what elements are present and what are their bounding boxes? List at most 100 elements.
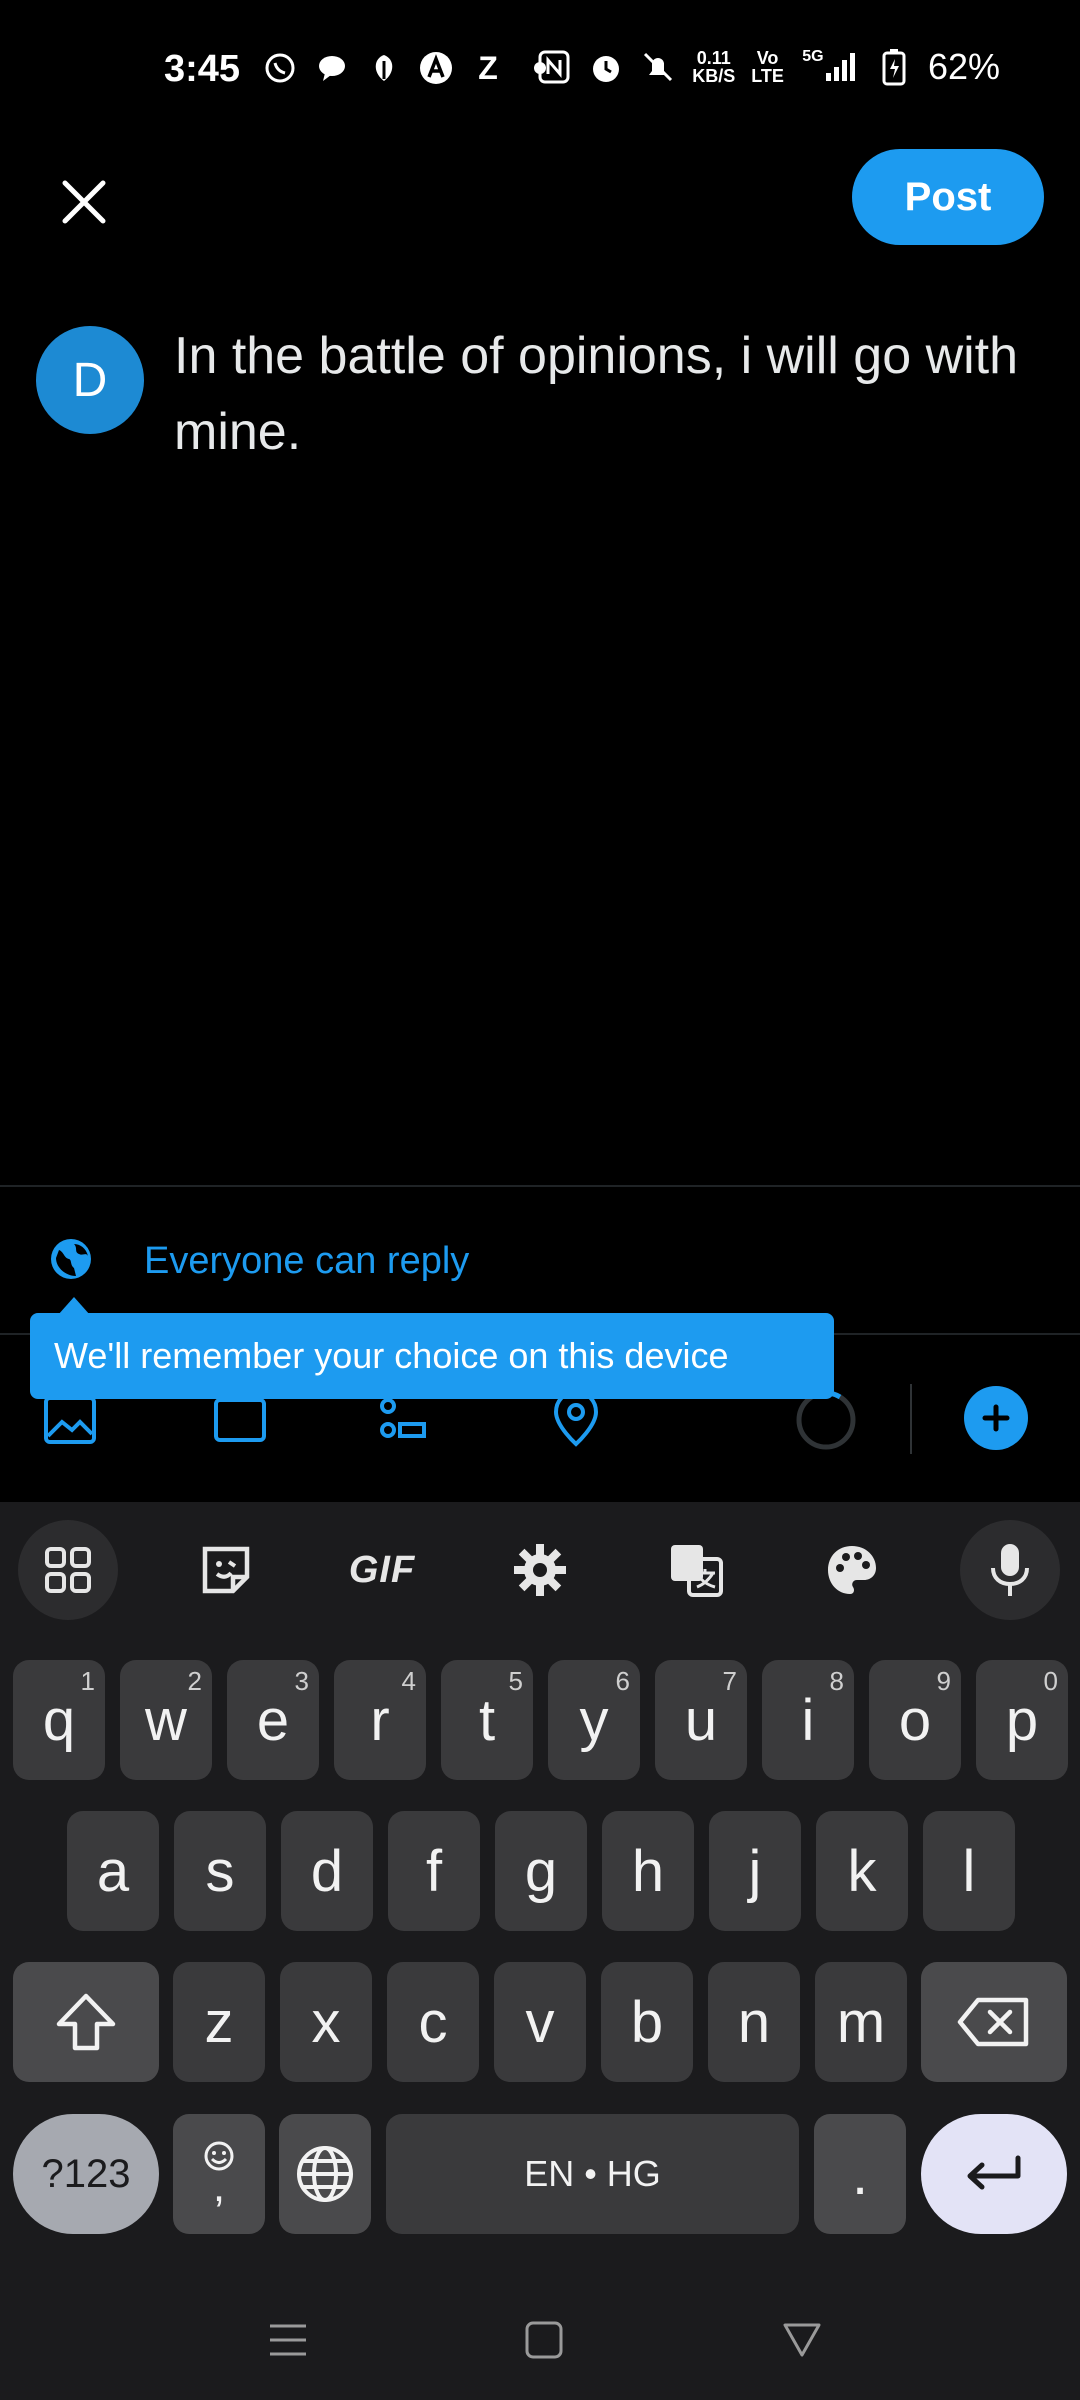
kb-translate-button[interactable] [646, 1520, 746, 1620]
status-bar: 3:45 Z 0.11 KB/S Vo LTE 5G 62% [0, 0, 1080, 150]
key-letter: u [684, 1687, 718, 1753]
key-p[interactable]: p0 [976, 1660, 1068, 1780]
key-v[interactable]: v [494, 1962, 586, 2082]
gif-icon [214, 1398, 266, 1442]
key-h[interactable]: h [602, 1811, 694, 1931]
symbols-key[interactable]: ?123 [13, 2114, 159, 2234]
volte-indicator: Vo LTE [751, 49, 784, 85]
avatar[interactable]: D [36, 326, 144, 434]
media-button[interactable] [42, 1392, 98, 1448]
sticker-icon [202, 1546, 250, 1594]
shift-icon [56, 1993, 116, 2051]
key-c[interactable]: c [387, 1962, 479, 2082]
key-hint: 0 [1043, 1666, 1058, 1696]
key-hint: 7 [722, 1666, 737, 1696]
key-letter: i [801, 1687, 815, 1753]
key-hint: 9 [936, 1666, 951, 1696]
key-t[interactable]: t5 [441, 1660, 533, 1780]
poll-button[interactable] [374, 1392, 430, 1448]
key-w[interactable]: w2 [120, 1660, 212, 1780]
enter-key[interactable] [921, 2114, 1067, 2234]
back-button[interactable] [772, 2310, 832, 2370]
key-letter: p [1005, 1687, 1039, 1753]
key-r[interactable]: r4 [334, 1660, 426, 1780]
emoji-comma-key[interactable]: , [173, 2114, 265, 2234]
key-hint: 3 [294, 1666, 309, 1696]
kb-settings-button[interactable] [490, 1520, 590, 1620]
space-key[interactable]: EN • HG [386, 2114, 799, 2234]
triangle-back-icon [783, 2323, 821, 2357]
key-j[interactable]: j [709, 1811, 801, 1931]
palette-icon [828, 1546, 876, 1594]
compose-text-input[interactable]: In the battle of opinions, i will go wit… [174, 318, 1034, 470]
net-speed-value: 0.11 [696, 48, 731, 68]
language-key[interactable] [279, 2114, 371, 2234]
kb-theme-button[interactable] [802, 1520, 902, 1620]
status-left-icons: Z [262, 50, 558, 86]
globe-icon [297, 2146, 353, 2202]
comma-label: , [212, 2162, 226, 2211]
plus-icon [982, 1404, 1010, 1432]
kb-voice-button[interactable] [960, 1520, 1060, 1620]
battery-percent: 62% [927, 46, 1000, 87]
key-y[interactable]: y6 [548, 1660, 640, 1780]
key-e[interactable]: e3 [227, 1660, 319, 1780]
gear-icon [514, 1544, 566, 1596]
key-b[interactable]: b [601, 1962, 693, 2082]
square-icon [525, 2321, 563, 2359]
volte-top: Vo [756, 48, 779, 68]
nfc-icon [536, 49, 572, 85]
key-l[interactable]: l [923, 1811, 1015, 1931]
grid-icon [45, 1547, 91, 1593]
kb-gif-button[interactable]: GIF [332, 1520, 432, 1620]
globe-icon [51, 1239, 91, 1279]
recents-button[interactable] [258, 2310, 318, 2370]
key-hint: 5 [508, 1666, 523, 1696]
key-letter: t [478, 1687, 496, 1753]
key-letter: q [42, 1687, 76, 1753]
signal-icon: 5G [800, 48, 860, 85]
microphone-icon [991, 1544, 1029, 1596]
key-letter: y [579, 1687, 609, 1753]
reply-setting-label[interactable]: Everyone can reply [144, 1240, 469, 1283]
key-n[interactable]: n [708, 1962, 800, 2082]
status-right-icons: 0.11 KB/S Vo LTE 5G 62% [536, 46, 1000, 88]
close-button[interactable] [52, 170, 116, 234]
a-logo-icon [418, 50, 454, 86]
home-button[interactable] [514, 2310, 574, 2370]
status-time: 3:45 [164, 48, 241, 90]
key-letter: w [145, 1687, 187, 1753]
key-q[interactable]: q1 [13, 1660, 105, 1780]
post-button[interactable]: Post [852, 149, 1044, 245]
key-u[interactable]: u7 [655, 1660, 747, 1780]
key-d[interactable]: d [281, 1811, 373, 1931]
key-m[interactable]: m [815, 1962, 907, 2082]
period-key[interactable]: . [814, 2114, 906, 2234]
key-letter: e [256, 1687, 290, 1753]
reply-tooltip[interactable]: We'll remember your choice on this devic… [30, 1313, 834, 1399]
key-hint: 2 [187, 1666, 202, 1696]
backspace-icon [957, 1997, 1029, 2047]
backspace-key[interactable] [921, 1962, 1067, 2082]
network-type: 5G [802, 48, 824, 65]
gif-button[interactable] [212, 1392, 268, 1448]
shift-key[interactable] [13, 1962, 159, 2082]
kb-apps-button[interactable] [18, 1520, 118, 1620]
key-hint: 1 [80, 1666, 95, 1696]
toolbar-separator [910, 1384, 912, 1454]
key-o[interactable]: o9 [869, 1660, 961, 1780]
kb-sticker-button[interactable] [176, 1520, 276, 1620]
key-i[interactable]: i8 [762, 1660, 854, 1780]
key-hint: 4 [401, 1666, 416, 1696]
key-g[interactable]: g [495, 1811, 587, 1931]
key-letter: r [370, 1687, 390, 1753]
alarm-icon [588, 49, 624, 85]
key-a[interactable]: a [67, 1811, 159, 1931]
translate-icon [671, 1545, 723, 1597]
key-x[interactable]: x [280, 1962, 372, 2082]
add-post-button[interactable] [964, 1386, 1028, 1450]
key-z[interactable]: z [173, 1962, 265, 2082]
key-k[interactable]: k [816, 1811, 908, 1931]
key-s[interactable]: s [174, 1811, 266, 1931]
key-f[interactable]: f [388, 1811, 480, 1931]
